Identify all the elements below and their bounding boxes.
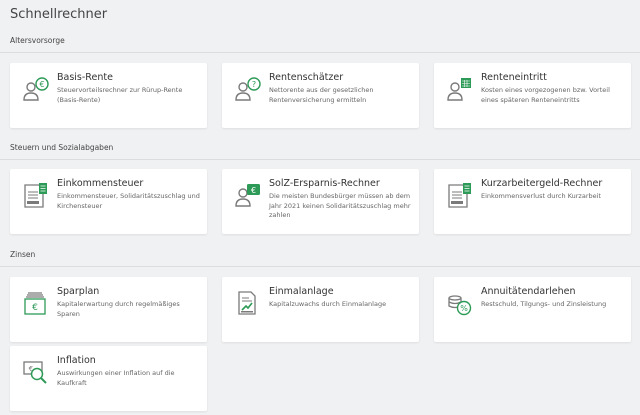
card-renteneintritt[interactable]: Renteneintritt Kosten eines vorgezogenen… — [434, 63, 631, 128]
card-rentenschaetzer[interactable]: ? Rentenschätzer Nettorente aus der gese… — [222, 63, 419, 128]
card-annuitaetendarlehen[interactable]: % Annuitätendarlehen Restschuld, Tilgung… — [434, 277, 631, 342]
card-title: Annuitätendarlehen — [481, 286, 576, 297]
card-description: Einkommensteuer, Solidaritätszuschlag un… — [57, 192, 200, 210]
euro-magnifier-icon: € — [21, 358, 49, 386]
card-title: Einmalanlage — [269, 286, 334, 297]
tax-form-calculator-icon — [21, 181, 49, 209]
person-euro-icon: € — [21, 75, 49, 103]
card-description: Restschuld, Tilgungs- und Zinsleistung — [481, 300, 607, 308]
document-growth-icon — [233, 289, 261, 317]
card-description: Kosten eines vorgezogenen bzw. Vorteil e… — [481, 86, 610, 104]
card-title: Kurzarbeitergeld-Rechner — [481, 178, 603, 189]
card-einmalanlage[interactable]: Einmalanlage Kapitalzuwachs durch Einmal… — [222, 277, 419, 342]
card-einkommensteuer[interactable]: Einkommensteuer Einkommensteuer, Solidar… — [10, 169, 207, 234]
tax-form-calculator-icon — [445, 181, 473, 209]
card-title: Basis-Rente — [57, 72, 113, 83]
card-description: Kapitalerwartung durch regelmäßiges Spar… — [57, 300, 180, 318]
card-title: SolZ-Ersparnis-Rechner — [269, 178, 380, 189]
card-sparplan[interactable]: € Sparplan Kapitalerwartung durch regelm… — [10, 277, 207, 342]
card-description: Einkommensverlust durch Kurzarbeit — [481, 192, 601, 200]
card-title: Inflation — [57, 355, 96, 366]
card-description: Auswirkungen einer Inflation auf die Kau… — [57, 369, 175, 387]
card-description: Kapitalzuwachs durch Einmalanlage — [269, 300, 387, 308]
person-calendar-icon — [445, 75, 473, 103]
section-divider — [0, 159, 640, 160]
card-title: Einkommensteuer — [57, 178, 144, 189]
card-basis-rente[interactable]: € Basis-Rente Steuervorteilsrechner zur … — [10, 63, 207, 128]
person-euro-badge-icon: € — [233, 181, 261, 209]
card-description: Die meisten Bundesbürger müssen ab dem J… — [269, 192, 411, 219]
card-inflation[interactable]: € Inflation Auswirkungen einer Inflation… — [10, 346, 207, 411]
section-divider — [0, 52, 640, 53]
section-title-steuern: Steuern und Sozialabgaben — [10, 143, 114, 152]
coins-percent-icon: % — [445, 289, 473, 317]
svg-text:€: € — [251, 186, 256, 195]
svg-text:€: € — [32, 303, 38, 313]
card-solz-ersparnis-rechner[interactable]: € SolZ-Ersparnis-Rechner Die meisten Bun… — [222, 169, 419, 234]
section-title-altersvorsorge: Altersvorsorge — [10, 36, 65, 45]
card-description: Nettorente aus der gesetzlichen Rentenve… — [269, 86, 374, 104]
page-title: Schnellrechner — [10, 7, 108, 22]
card-kurzarbeitergeld-rechner[interactable]: Kurzarbeitergeld-Rechner Einkommensverlu… — [434, 169, 631, 234]
card-description: Steuervorteilsrechner zur Rürup-Rente (B… — [57, 86, 183, 104]
person-question-icon: ? — [233, 75, 261, 103]
section-title-zinsen: Zinsen — [10, 250, 36, 259]
svg-text:€: € — [39, 80, 44, 89]
savings-box-euro-icon: € — [21, 289, 49, 317]
svg-text:%: % — [460, 304, 468, 313]
section-divider — [0, 266, 640, 267]
card-title: Rentenschätzer — [269, 72, 344, 83]
card-title: Renteneintritt — [481, 72, 547, 83]
card-title: Sparplan — [57, 286, 100, 297]
svg-text:?: ? — [252, 80, 256, 89]
